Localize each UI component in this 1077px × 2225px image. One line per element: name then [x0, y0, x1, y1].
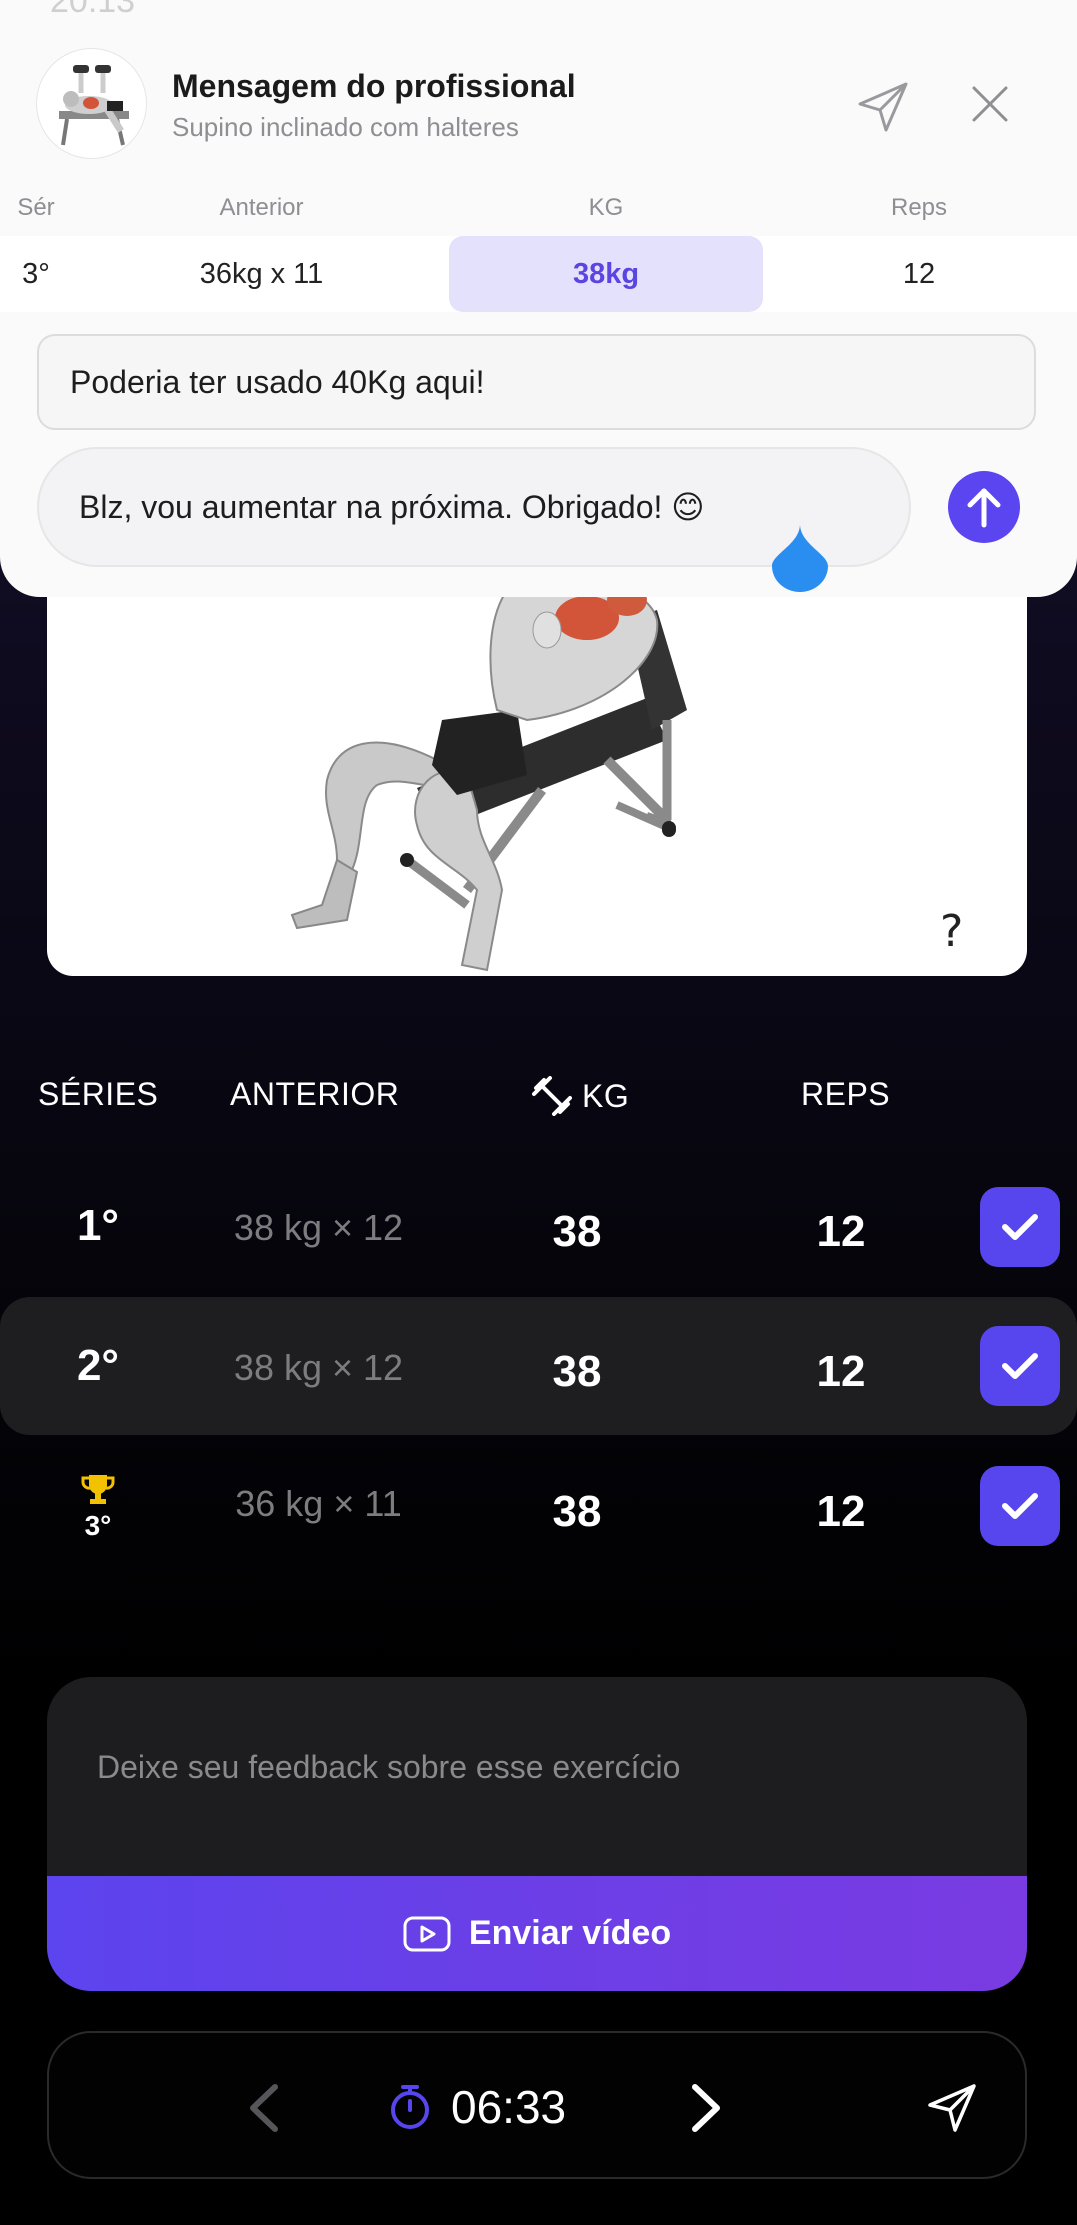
feedback-input[interactable]: Deixe seu feedback sobre esse exercício — [97, 1749, 680, 1786]
set-previous: 36 kg × 11 — [235, 1483, 402, 1524]
column-reps: REPS — [801, 1076, 891, 1112]
feedback-card: Deixe seu feedback sobre esse exercício … — [47, 1677, 1027, 1991]
text-cursor-handle[interactable] — [772, 524, 828, 592]
header-previous: Anterior — [219, 194, 304, 221]
chevron-left-icon[interactable] — [247, 2083, 281, 2133]
header-kg: KG — [588, 194, 624, 221]
send-reply-button[interactable] — [948, 471, 1020, 543]
summary-series: 3° — [22, 258, 50, 290]
set-reps-input[interactable]: 12 — [746, 1487, 936, 1537]
paper-plane-icon[interactable] — [856, 80, 910, 134]
set-number-record: 3° — [0, 1473, 196, 1542]
header-reps: Reps — [890, 194, 948, 221]
sheet-subtitle: Supino inclinado com halteres — [172, 112, 519, 142]
trophy-icon — [81, 1475, 115, 1504]
arrow-up-icon — [967, 488, 1001, 528]
set-number: 2° — [76, 1341, 120, 1390]
header-series: Sér — [17, 194, 55, 221]
check-icon — [1002, 1214, 1038, 1240]
close-icon[interactable] — [970, 84, 1010, 124]
set-row-3: 3° 36 kg × 11 38 12 — [0, 1437, 1077, 1575]
set-reps-input[interactable]: 12 — [746, 1207, 936, 1257]
set-previous: 38 kg × 12 — [233, 1207, 404, 1248]
dumbbell-icon — [532, 1076, 572, 1116]
set-number: 1° — [76, 1201, 120, 1250]
set-complete-checkbox[interactable] — [980, 1326, 1060, 1406]
status-time: 20:13 — [50, 0, 136, 20]
column-series: SÉRIES — [38, 1076, 159, 1112]
chevron-right-icon[interactable] — [689, 2083, 723, 2133]
summary-kg[interactable]: 38kg — [449, 236, 763, 312]
set-complete-checkbox[interactable] — [980, 1466, 1060, 1546]
summary-reps: 12 — [902, 258, 936, 290]
column-kg: KG — [532, 1076, 629, 1116]
exercise-thumbnail — [36, 48, 147, 159]
sheet-header: Mensagem do profissional Supino inclinad… — [0, 38, 1077, 178]
set-reps-input[interactable]: 12 — [746, 1347, 936, 1397]
set-row-1: 1° 38 kg × 12 38 12 — [0, 1161, 1077, 1299]
set-complete-checkbox[interactable] — [980, 1187, 1060, 1267]
set-summary-row: 3° 36kg x 11 38kg 12 — [0, 236, 1077, 312]
set-summary-header: Sér Anterior KG Reps — [0, 180, 1077, 236]
set-previous: 38 kg × 12 — [233, 1347, 404, 1388]
column-previous: ANTERIOR — [230, 1076, 400, 1112]
exercise-illustration — [47, 560, 1027, 976]
set-kg-input[interactable]: 38 — [482, 1347, 672, 1397]
paper-plane-icon[interactable] — [927, 2083, 977, 2133]
set-summary-table: Sér Anterior KG Reps 3° 36kg x 11 38kg 1… — [0, 180, 1077, 312]
summary-previous: 36kg x 11 — [199, 258, 324, 290]
bottom-navigation: 06:33 — [47, 2031, 1027, 2179]
check-icon — [1002, 1353, 1038, 1379]
set-row-2: 2° 38 kg × 12 38 12 — [0, 1297, 1077, 1435]
help-icon[interactable]: ? — [940, 906, 963, 957]
check-icon — [1002, 1493, 1038, 1519]
send-video-button[interactable]: Enviar vídeo — [47, 1876, 1027, 1991]
professional-message: Poderia ter usado 40Kg aqui! — [37, 334, 1036, 430]
play-icon — [403, 1916, 451, 1951]
send-video-label: Enviar vídeo — [468, 1914, 672, 1952]
professional-message-sheet: Mensagem do profissional Supino inclinad… — [0, 0, 1077, 597]
rest-timer[interactable]: 06:33 — [389, 2075, 566, 2139]
status-bar: 20:13 — [0, 0, 1077, 20]
stopwatch-icon — [391, 2085, 429, 2129]
set-kg-input[interactable]: 38 — [482, 1207, 672, 1257]
set-kg-input[interactable]: 38 — [482, 1487, 672, 1537]
column-kg-label: KG — [582, 1077, 630, 1114]
set-number: 3° — [84, 1510, 112, 1541]
sheet-title: Mensagem do profissional — [172, 68, 576, 104]
timer-value: 06:33 — [451, 2081, 567, 2133]
